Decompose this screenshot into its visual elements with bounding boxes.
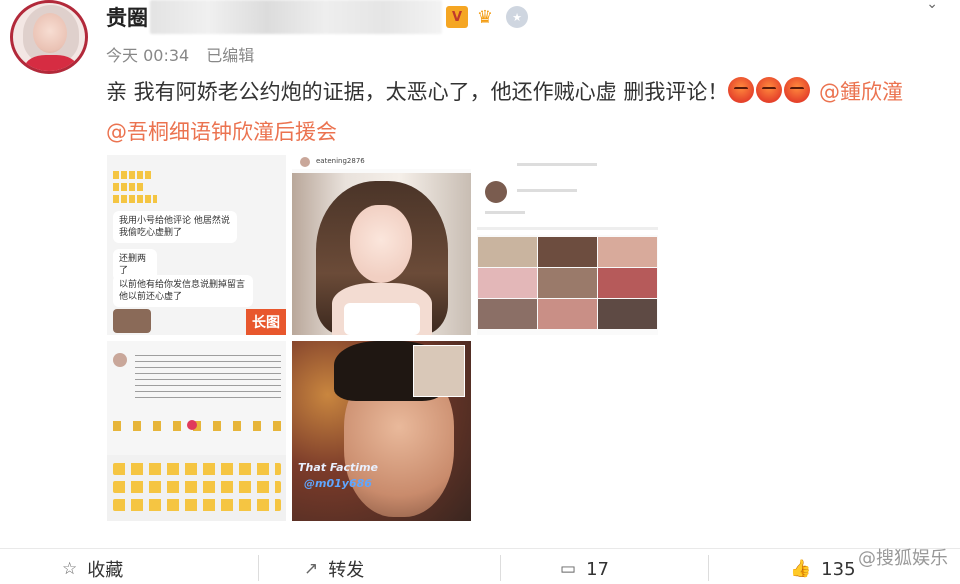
grid-thumbnail bbox=[538, 237, 597, 267]
avatar-shirt bbox=[25, 55, 77, 71]
angry-face-icon bbox=[728, 77, 755, 103]
profile-divider bbox=[477, 227, 658, 230]
repost-button[interactable]: ↗ 转发 bbox=[304, 557, 364, 581]
repost-label: 转发 bbox=[328, 560, 365, 581]
verified-v-icon[interactable]: V bbox=[446, 6, 468, 28]
medal-icon[interactable]: ★ bbox=[506, 6, 528, 28]
thumbs-up-icon: 👍 bbox=[790, 559, 812, 579]
portrait-clothing bbox=[344, 303, 420, 335]
image-handle: eatening2876 bbox=[292, 155, 471, 169]
mini-face-thumbnail bbox=[113, 309, 151, 333]
post-actions: ☆ 收藏 ↗ 转发 ▭ 17 👍 135 bbox=[0, 548, 960, 584]
post-text: 亲 我有阿娇老公约炮的证据，太恶心了，他还作贼心虚 删我评论！ @鍾欣潼 @吾桐… bbox=[106, 74, 930, 150]
divider bbox=[500, 555, 501, 581]
post-image-chat-keyboard[interactable] bbox=[107, 341, 286, 521]
avatar[interactable] bbox=[10, 0, 88, 74]
comment-button[interactable]: ▭ 17 bbox=[560, 557, 609, 581]
heart-icon bbox=[187, 420, 197, 430]
avatar-face bbox=[33, 13, 67, 53]
angry-face-icon bbox=[756, 77, 783, 103]
divider bbox=[708, 555, 709, 581]
emoji-row bbox=[113, 195, 157, 203]
grid-thumbnail bbox=[538, 299, 597, 329]
profile-avatar bbox=[485, 181, 507, 203]
emoji-keyboard-row bbox=[113, 499, 281, 511]
repost-icon: ↗ bbox=[304, 559, 319, 579]
watermark: @搜狐娱乐 bbox=[858, 548, 948, 569]
star-icon: ☆ bbox=[62, 559, 78, 579]
crown-icon[interactable]: ♛ bbox=[472, 6, 498, 28]
chevron-down-icon[interactable]: ⌄ bbox=[926, 0, 938, 12]
chat-avatar bbox=[113, 353, 127, 367]
profile-line bbox=[517, 189, 577, 192]
angry-emoji-group bbox=[728, 77, 812, 114]
mention-link[interactable]: @鍾欣潼 bbox=[819, 80, 903, 104]
post-image-chat-screenshot[interactable]: 我用小号给他评论 他居然说我偷吃心虚删了 还删两了 以前他有给你发信息说删掉留言… bbox=[107, 155, 286, 335]
emoji-keyboard bbox=[107, 455, 286, 521]
weibo-post-card: 贵圈 V ♛ ★ ⌄ 今天 00:34 已编辑 亲 我有阿娇老公约炮的证据，太恶… bbox=[0, 0, 960, 584]
facetime-pip bbox=[413, 345, 465, 397]
profile-line bbox=[517, 163, 597, 166]
chat-bubble: 我用小号给他评论 他居然说我偷吃心虚删了 bbox=[113, 211, 237, 243]
reaction-row bbox=[113, 421, 281, 431]
grid-thumbnail bbox=[598, 299, 657, 329]
post-image-profile-grid[interactable] bbox=[477, 155, 658, 335]
post-image-facetime[interactable]: That Factime @m01y686 bbox=[292, 341, 471, 521]
grid-thumbnail bbox=[538, 268, 597, 298]
like-count: 135 bbox=[821, 558, 856, 580]
post-body: 亲 我有阿娇老公约炮的证据，太恶心了，他还作贼心虚 删我评论！ bbox=[106, 80, 729, 104]
emoji-keyboard-row bbox=[113, 481, 281, 493]
post-meta: 今天 00:34 已编辑 bbox=[106, 42, 266, 66]
post-timestamp[interactable]: 今天 00:34 bbox=[106, 46, 189, 65]
angry-face-icon bbox=[784, 77, 811, 103]
grid-thumbnail bbox=[478, 237, 537, 267]
handle-avatar bbox=[300, 157, 310, 167]
grid-thumbnail bbox=[478, 299, 537, 329]
emoji-row bbox=[113, 183, 143, 191]
grid-thumbnail bbox=[478, 268, 537, 298]
blurred-username-suffix bbox=[150, 0, 442, 34]
edited-label[interactable]: 已编辑 bbox=[206, 46, 254, 65]
emoji-row bbox=[113, 171, 153, 179]
profile-line bbox=[485, 211, 525, 214]
facetime-caption: That Factime bbox=[298, 461, 378, 474]
grid-thumbnail bbox=[598, 237, 657, 267]
like-button[interactable]: 👍 135 bbox=[790, 557, 856, 581]
username[interactable]: 贵圈 bbox=[106, 2, 148, 32]
favorite-label: 收藏 bbox=[87, 560, 124, 581]
post-image-portrait[interactable]: eatening2876 bbox=[292, 155, 471, 335]
comment-icon: ▭ bbox=[560, 559, 577, 579]
divider bbox=[258, 555, 259, 581]
comment-count: 17 bbox=[586, 558, 609, 580]
chat-text-block bbox=[135, 355, 281, 403]
grid-thumbnail bbox=[598, 268, 657, 298]
emoji-keyboard-row bbox=[113, 463, 281, 475]
long-image-label: 长图 bbox=[246, 309, 286, 335]
chat-bubble: 以前他有给你发信息说删掉留言 他以前还心虚了 bbox=[113, 275, 253, 307]
portrait-face bbox=[350, 205, 412, 283]
favorite-button[interactable]: ☆ 收藏 bbox=[62, 557, 123, 581]
facetime-tag: @m01y686 bbox=[304, 477, 372, 490]
mention-link[interactable]: @吾桐细语钟欣潼后援会 bbox=[106, 120, 337, 144]
